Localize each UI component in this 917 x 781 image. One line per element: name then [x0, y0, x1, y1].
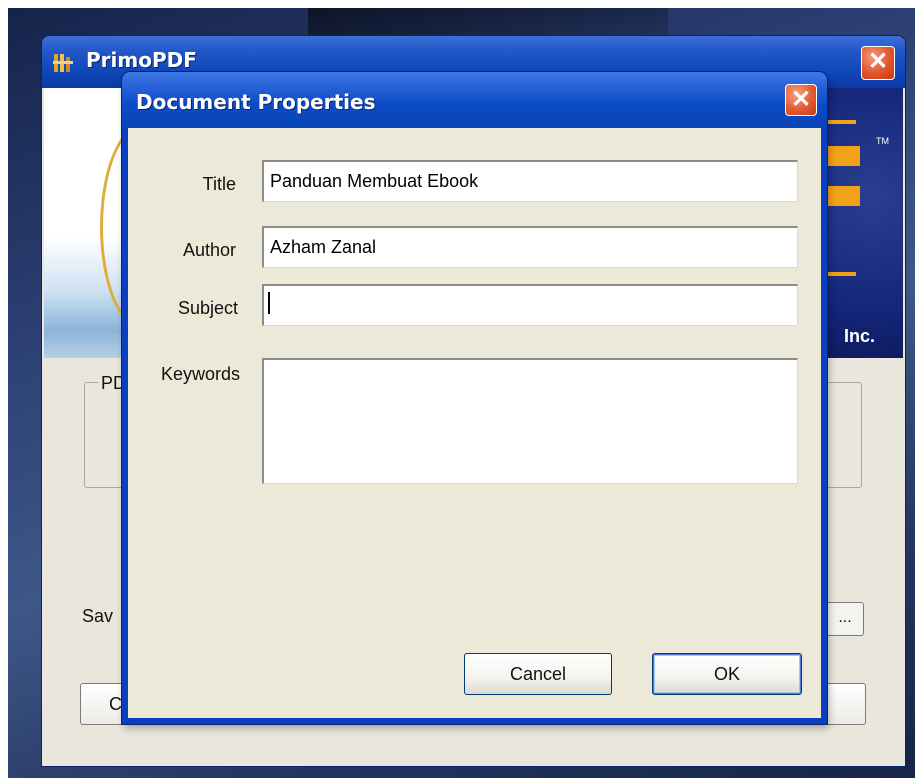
title-label: Title [202, 174, 236, 194]
primopdf-close-button[interactable]: ✕ [861, 46, 895, 80]
author-field[interactable] [262, 226, 798, 268]
keywords-field[interactable] [262, 358, 798, 484]
title-field[interactable] [262, 160, 798, 202]
text-cursor [268, 292, 270, 314]
trademark-mark: TM [876, 136, 889, 146]
author-label: Author [182, 240, 236, 260]
dialog-close-button[interactable]: ✕ [785, 84, 817, 116]
cancel-button-label: Cancel [509, 664, 567, 684]
browse-button[interactable]: ... [826, 602, 864, 636]
close-icon: ✕ [790, 86, 812, 113]
keywords-label: Keywords [160, 364, 240, 384]
subject-field[interactable] [262, 284, 798, 326]
close-icon: ✕ [867, 48, 889, 75]
banner-brand-panel: TM Inc. [824, 88, 903, 358]
save-as-label: Sav [82, 606, 114, 626]
subject-label: Subject [177, 298, 238, 318]
ok-button-label: OK [713, 664, 740, 684]
banner-company-text: Inc. [843, 326, 875, 346]
primopdf-logo-icon [53, 54, 73, 72]
ok-button[interactable]: OK [652, 653, 802, 695]
primopdf-window-title: PrimoPDF [86, 48, 197, 72]
primopdf-left-button-label: C [109, 694, 122, 714]
cancel-button[interactable]: Cancel [464, 653, 612, 695]
dialog-titlebar[interactable]: Document Properties ✕ [122, 72, 827, 128]
dialog-title: Document Properties [136, 90, 376, 114]
